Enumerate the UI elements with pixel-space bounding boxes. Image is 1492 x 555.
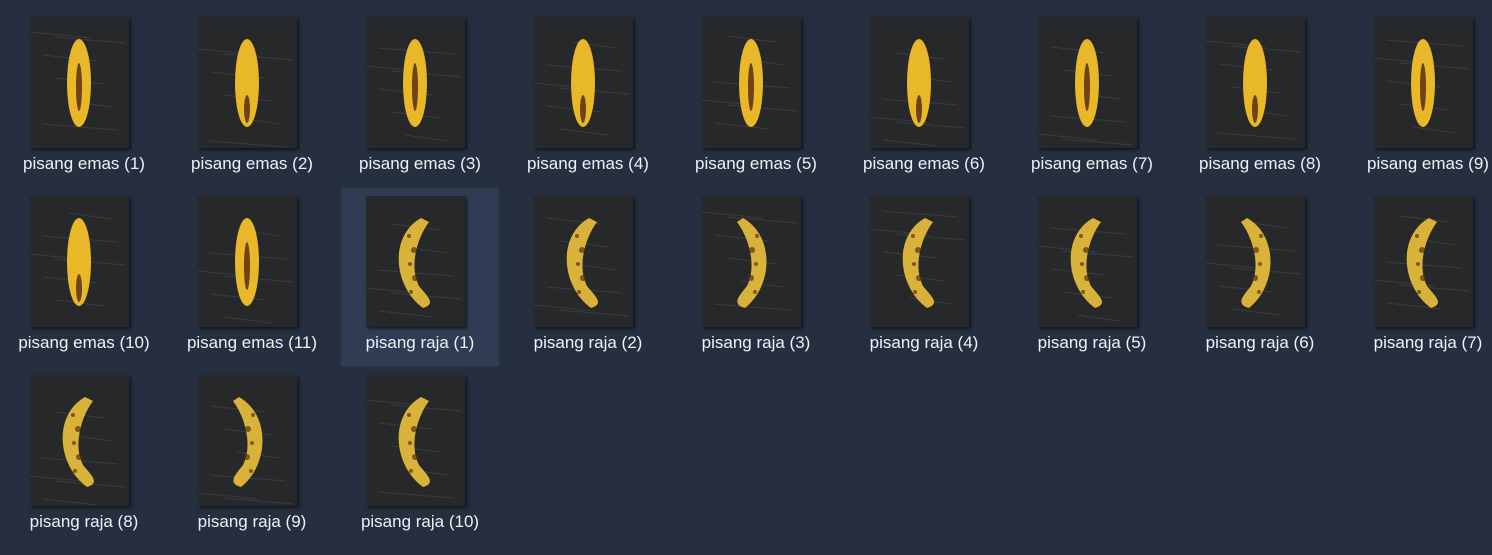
- file-item[interactable]: pisang emas (5): [677, 9, 835, 187]
- banana-raja-thumbnail: [366, 375, 465, 506]
- banana-emas-thumbnail: [702, 17, 801, 148]
- banana-emas-thumbnail: [1206, 17, 1305, 148]
- banana-raja-thumbnail: [198, 375, 297, 506]
- file-item[interactable]: pisang raja (4): [845, 188, 1003, 366]
- file-item[interactable]: pisang raja (5): [1013, 188, 1171, 366]
- banana-emas-thumbnail: [1038, 17, 1137, 148]
- banana-emas-thumbnail: [870, 17, 969, 148]
- banana-raja-thumbnail: [1206, 196, 1305, 327]
- file-item[interactable]: pisang emas (8): [1181, 9, 1339, 187]
- banana-emas-thumbnail: [30, 196, 129, 327]
- file-item[interactable]: pisang raja (8): [5, 367, 163, 545]
- banana-emas-thumbnail: [366, 17, 465, 148]
- banana-raja-thumbnail: [30, 375, 129, 506]
- file-grid: pisang emas (1) pisang emas (2) pisang ema…: [0, 0, 1492, 555]
- banana-emas-thumbnail: [198, 196, 297, 327]
- banana-emas-thumbnail: [534, 17, 633, 148]
- banana-raja-thumbnail: [702, 196, 801, 327]
- banana-raja-thumbnail: [534, 196, 633, 327]
- banana-emas-thumbnail: [1374, 17, 1473, 148]
- file-item[interactable]: pisang emas (10): [5, 188, 163, 366]
- file-item[interactable]: pisang emas (9): [1349, 9, 1492, 187]
- file-item[interactable]: pisang emas (11): [173, 188, 331, 366]
- file-name-label: pisang emas (9): [1367, 154, 1489, 173]
- file-item[interactable]: pisang raja (1): [341, 188, 499, 366]
- file-item[interactable]: pisang emas (7): [1013, 9, 1171, 187]
- banana-raja-thumbnail: [1038, 196, 1137, 327]
- banana-raja-thumbnail: [366, 196, 465, 327]
- file-item[interactable]: pisang raja (2): [509, 188, 667, 366]
- banana-emas-thumbnail: [198, 17, 297, 148]
- file-item[interactable]: pisang raja (10): [341, 367, 499, 545]
- banana-raja-thumbnail: [1374, 196, 1473, 327]
- file-item[interactable]: pisang emas (6): [845, 9, 1003, 187]
- file-name-label: pisang raja (10): [360, 512, 480, 531]
- file-name-label: pisang raja (7): [1373, 333, 1483, 352]
- file-item[interactable]: pisang raja (7): [1349, 188, 1492, 366]
- file-item[interactable]: pisang emas (4): [509, 9, 667, 187]
- file-item[interactable]: pisang emas (3): [341, 9, 499, 187]
- file-item[interactable]: pisang emas (1): [5, 9, 163, 187]
- file-item[interactable]: pisang raja (3): [677, 188, 835, 366]
- file-item[interactable]: pisang raja (6): [1181, 188, 1339, 366]
- banana-emas-thumbnail: [30, 17, 129, 148]
- file-item[interactable]: pisang emas (2): [173, 9, 331, 187]
- file-item[interactable]: pisang raja (9): [173, 367, 331, 545]
- banana-raja-thumbnail: [870, 196, 969, 327]
